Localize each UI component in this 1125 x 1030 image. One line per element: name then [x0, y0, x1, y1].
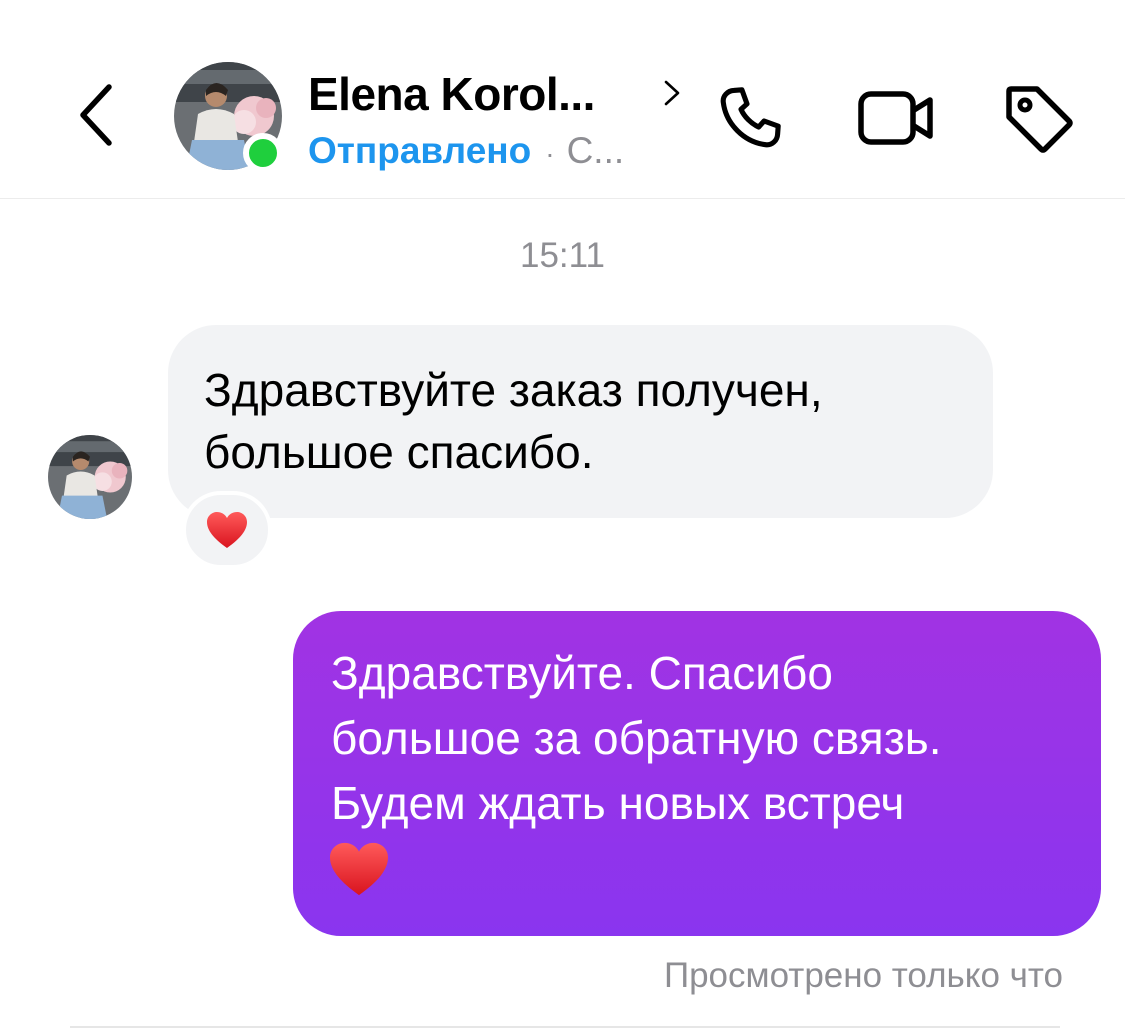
- contact-name[interactable]: Elena Korol...: [308, 66, 595, 122]
- status-extra-label: С...: [566, 130, 625, 171]
- audio-call-button[interactable]: [712, 80, 788, 156]
- message-line: Здравствуйте заказ получен,: [204, 364, 823, 416]
- online-status-indicator: [243, 133, 283, 173]
- tag-button[interactable]: [998, 78, 1078, 158]
- chevron-left-icon: [80, 84, 112, 146]
- sender-avatar[interactable]: [48, 435, 132, 519]
- tag-icon: [1006, 86, 1073, 153]
- phone-icon: [720, 87, 781, 148]
- message-timestamp: 15:11: [520, 236, 605, 275]
- video-call-button[interactable]: [854, 80, 938, 156]
- message-reaction[interactable]: [182, 491, 272, 569]
- chevron-right-icon[interactable]: [660, 78, 684, 108]
- status-sent-label: Отправлено: [308, 130, 532, 171]
- seen-status: Просмотрено только что: [663, 956, 1063, 995]
- message-line: Будем ждать новых встреч: [331, 777, 905, 829]
- message-line: большое спасибо.: [204, 426, 594, 478]
- status-separator: ·: [545, 138, 555, 169]
- video-camera-icon: [858, 91, 933, 145]
- composer-divider: [70, 1026, 1060, 1028]
- back-button[interactable]: [70, 80, 120, 150]
- outgoing-message-bubble[interactable]: Здравствуйте. Спасибо большое за обратну…: [293, 611, 1101, 936]
- contact-status: Отправлено · С...: [308, 128, 624, 177]
- heart-emoji-icon: [330, 842, 388, 896]
- heart-icon: [207, 512, 247, 548]
- message-line: Здравствуйте. Спасибо: [331, 647, 833, 699]
- incoming-message-bubble[interactable]: Здравствуйте заказ получен, большое спас…: [168, 325, 993, 518]
- message-line: большое за обратную связь.: [331, 712, 942, 764]
- chat-header: Elena Korol... Отправлено · С...: [0, 0, 1125, 199]
